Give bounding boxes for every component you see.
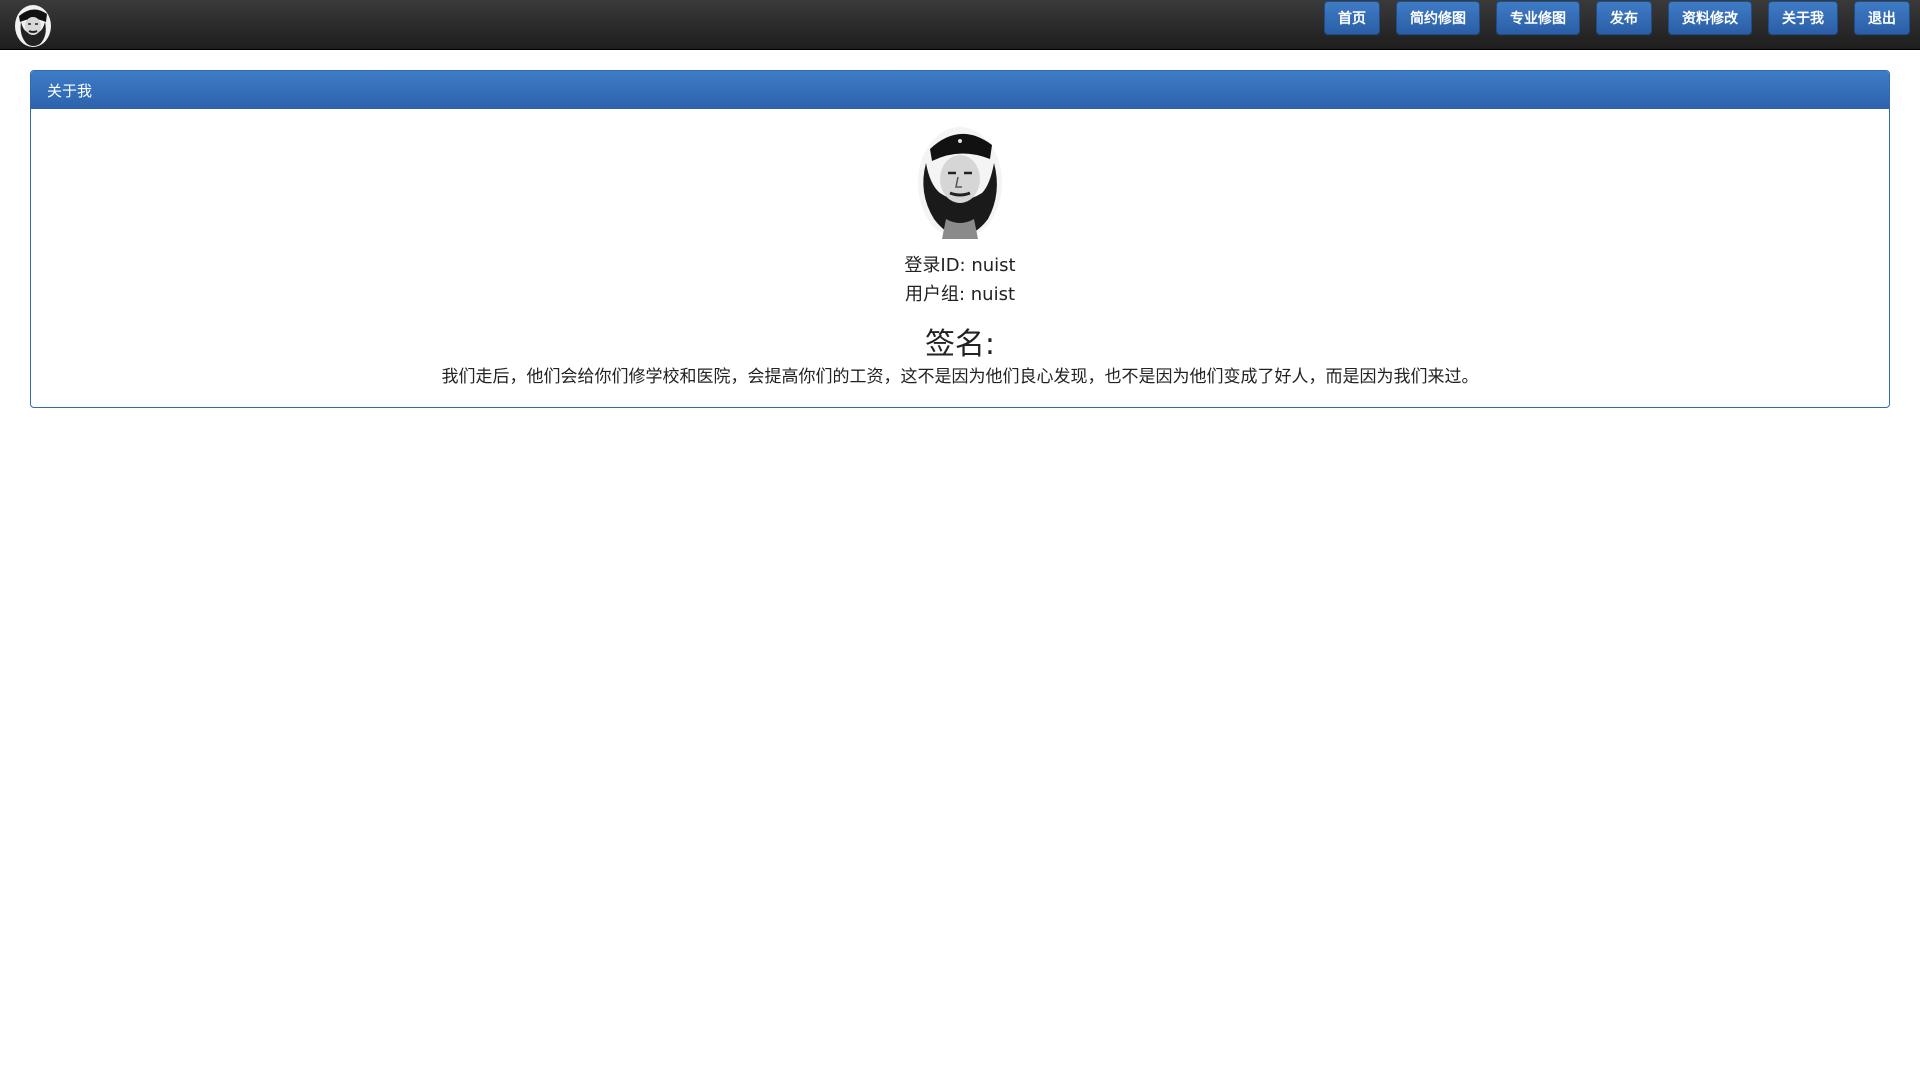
top-navbar: 首页 简约修图 专业修图 发布 资料修改 关于我 退出 <box>0 0 1920 50</box>
nav-home-button[interactable]: 首页 <box>1324 1 1380 35</box>
panel-title: 关于我 <box>31 71 1889 109</box>
nav-about-button[interactable]: 关于我 <box>1768 1 1838 35</box>
nav-buttons: 首页 简约修图 专业修图 发布 资料修改 关于我 退出 <box>1324 1 1910 35</box>
panel-body: 登录ID: nuist 用户组: nuist 签名: 我们走后，他们会给你们修学… <box>31 109 1889 407</box>
nav-profile-edit-button[interactable]: 资料修改 <box>1668 1 1752 35</box>
nav-logout-button[interactable]: 退出 <box>1854 1 1910 35</box>
signature-title: 签名: <box>924 327 996 362</box>
nav-pro-edit-button[interactable]: 专业修图 <box>1496 1 1580 35</box>
portrait-logo-icon[interactable] <box>13 2 53 48</box>
signature-text: 我们走后，他们会给你们修学校和医院，会提高你们的工资，这不是因为他们良心发现，也… <box>441 367 1479 387</box>
user-group: 用户组: nuist <box>904 284 1016 305</box>
about-panel: 关于我 登录ID: nuist 用户组: nuist 签名: 我们走后，他们会给… <box>30 70 1890 408</box>
nav-publish-button[interactable]: 发布 <box>1596 1 1652 35</box>
login-id: 登录ID: nuist <box>904 255 1016 276</box>
nav-simple-edit-button[interactable]: 简约修图 <box>1396 1 1480 35</box>
avatar-portrait-icon <box>918 127 1002 239</box>
